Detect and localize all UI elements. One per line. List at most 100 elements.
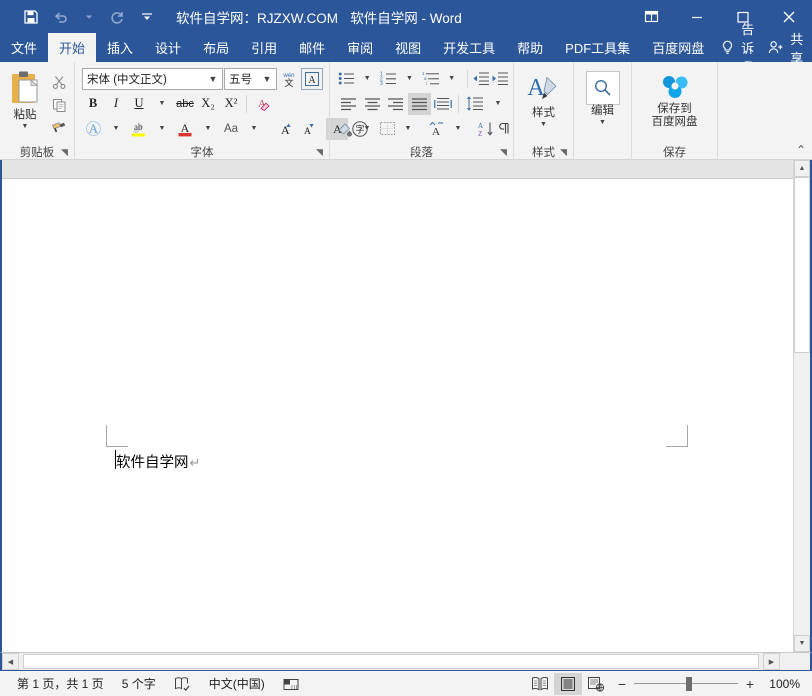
word-count[interactable]: 5 个字 bbox=[113, 673, 165, 695]
tab-home[interactable]: 开始 bbox=[48, 33, 96, 62]
zoom-in-button[interactable]: + bbox=[744, 676, 756, 692]
scroll-down-arrow-icon[interactable]: ▼ bbox=[794, 635, 810, 652]
align-justify-icon[interactable] bbox=[408, 93, 431, 115]
multilevel-dropdown-icon[interactable]: ▼ bbox=[441, 68, 463, 90]
document-text[interactable]: 软件自学网 ↵ bbox=[116, 451, 200, 472]
customize-qat-icon[interactable] bbox=[132, 4, 162, 30]
asian-layout-dropdown-icon[interactable]: ▼ bbox=[447, 118, 469, 140]
ribbon-options-icon[interactable] bbox=[628, 0, 674, 33]
editing-button[interactable]: 编辑 ▼ bbox=[578, 67, 627, 126]
scroll-up-arrow-icon[interactable]: ▲ bbox=[794, 160, 810, 177]
align-left-icon[interactable] bbox=[337, 93, 360, 115]
font-color-icon[interactable]: A bbox=[174, 118, 196, 140]
styles-dropdown-icon[interactable]: ▼ bbox=[540, 121, 547, 128]
tab-pdf-tools[interactable]: PDF工具集 bbox=[554, 33, 641, 62]
paste-dropdown-icon[interactable]: ▼ bbox=[22, 123, 29, 130]
character-border-icon[interactable]: A bbox=[301, 68, 323, 90]
scroll-right-arrow-icon[interactable]: ▶ bbox=[763, 653, 780, 670]
strikethrough-button[interactable]: abc bbox=[174, 93, 196, 115]
tab-baidu-netdisk[interactable]: 百度网盘 bbox=[641, 33, 715, 62]
shading-dropdown-icon[interactable]: ▼ bbox=[356, 118, 378, 140]
chevron-down-icon[interactable]: ▼ bbox=[260, 74, 274, 84]
shrink-font-icon[interactable]: A bbox=[296, 118, 318, 140]
tab-references[interactable]: 引用 bbox=[240, 33, 288, 62]
font-size-combo[interactable]: 五号 ▼ bbox=[224, 68, 277, 90]
bullets-dropdown-icon[interactable]: ▼ bbox=[356, 68, 378, 90]
tab-insert[interactable]: 插入 bbox=[96, 33, 144, 62]
decrease-indent-icon[interactable] bbox=[472, 68, 490, 90]
change-case-button[interactable]: Aa bbox=[220, 118, 242, 140]
macro-record-icon[interactable] bbox=[274, 673, 308, 695]
line-spacing-dropdown-icon[interactable]: ▼ bbox=[487, 93, 509, 115]
line-spacing-icon[interactable] bbox=[463, 93, 486, 115]
shading-icon[interactable] bbox=[337, 118, 355, 140]
redo-icon[interactable] bbox=[102, 4, 132, 30]
increase-indent-icon[interactable] bbox=[491, 68, 509, 90]
multilevel-list-icon[interactable]: 1ai bbox=[421, 68, 439, 90]
document-page[interactable]: 软件自学网 ↵ bbox=[2, 179, 793, 652]
borders-dropdown-icon[interactable]: ▼ bbox=[397, 118, 419, 140]
vertical-scroll-track[interactable] bbox=[794, 177, 810, 635]
tell-me-button[interactable]: 告诉我 bbox=[715, 33, 764, 62]
styles-button[interactable]: A 样式 ▼ bbox=[518, 67, 569, 128]
language-indicator[interactable]: 中文(中国) bbox=[200, 673, 274, 695]
tab-view[interactable]: 视图 bbox=[384, 33, 432, 62]
superscript-button[interactable]: X² bbox=[220, 93, 242, 115]
tab-mailings[interactable]: 邮件 bbox=[288, 33, 336, 62]
editing-dropdown-icon[interactable]: ▼ bbox=[599, 119, 606, 126]
underline-dropdown-icon[interactable]: ▼ bbox=[151, 93, 173, 115]
zoom-level[interactable]: 100% bbox=[764, 677, 804, 691]
tab-developer[interactable]: 开发工具 bbox=[432, 33, 506, 62]
paste-button[interactable]: 粘贴 ▼ bbox=[4, 67, 46, 130]
copy-button[interactable] bbox=[48, 95, 70, 116]
tab-help[interactable]: 帮助 bbox=[506, 33, 554, 62]
print-layout-icon[interactable] bbox=[554, 673, 582, 695]
align-center-icon[interactable] bbox=[361, 93, 384, 115]
undo-icon[interactable] bbox=[46, 4, 76, 30]
horizontal-scrollbar[interactable]: ◀ ▶ bbox=[0, 652, 812, 670]
font-color-dropdown-icon[interactable]: ▼ bbox=[197, 118, 219, 140]
distributed-align-icon[interactable] bbox=[432, 93, 455, 115]
vertical-scroll-thumb[interactable] bbox=[794, 177, 810, 353]
font-name-combo[interactable]: 宋体 (中文正文) ▼ bbox=[82, 68, 223, 90]
zoom-slider[interactable] bbox=[634, 677, 738, 691]
clear-formatting-icon[interactable]: A bbox=[251, 93, 273, 115]
highlight-dropdown-icon[interactable]: ▼ bbox=[151, 118, 173, 140]
close-icon[interactable] bbox=[766, 0, 812, 33]
styles-dialog-launcher[interactable]: ◥ bbox=[558, 147, 569, 158]
chevron-down-icon[interactable]: ▼ bbox=[206, 74, 220, 84]
horizontal-scroll-thumb[interactable] bbox=[23, 654, 759, 669]
zoom-out-button[interactable]: − bbox=[616, 676, 628, 692]
text-effects-icon[interactable]: A bbox=[82, 118, 104, 140]
change-case-dropdown-icon[interactable]: ▼ bbox=[243, 118, 265, 140]
minimize-icon[interactable] bbox=[674, 0, 720, 33]
tab-review[interactable]: 审阅 bbox=[336, 33, 384, 62]
grow-font-icon[interactable]: A bbox=[273, 118, 295, 140]
align-right-icon[interactable] bbox=[384, 93, 407, 115]
sort-icon[interactable]: AZ bbox=[477, 118, 495, 140]
horizontal-scroll-track[interactable] bbox=[19, 653, 763, 670]
bold-button[interactable]: B bbox=[82, 93, 104, 115]
numbering-dropdown-icon[interactable]: ▼ bbox=[398, 68, 420, 90]
share-button[interactable]: 共享 bbox=[764, 33, 812, 62]
show-paragraph-marks-icon[interactable] bbox=[496, 118, 513, 140]
web-layout-icon[interactable] bbox=[582, 673, 610, 695]
page-info[interactable]: 第 1 页，共 1 页 bbox=[8, 673, 113, 695]
read-mode-icon[interactable] bbox=[526, 673, 554, 695]
text-highlight-icon[interactable]: ab bbox=[128, 118, 150, 140]
scroll-left-arrow-icon[interactable]: ◀ bbox=[2, 653, 19, 670]
borders-icon[interactable] bbox=[379, 118, 396, 140]
tab-design[interactable]: 设计 bbox=[144, 33, 192, 62]
tab-file[interactable]: 文件 bbox=[0, 33, 48, 62]
format-painter-button[interactable] bbox=[48, 118, 70, 139]
paragraph-dialog-launcher[interactable]: ◥ bbox=[498, 147, 509, 158]
collapse-ribbon-icon[interactable]: ⌃ bbox=[796, 143, 806, 157]
underline-button[interactable]: U bbox=[128, 93, 150, 115]
asian-layout-icon[interactable]: A bbox=[427, 118, 446, 140]
numbered-list-icon[interactable]: 123 bbox=[379, 68, 397, 90]
bullet-list-icon[interactable] bbox=[337, 68, 355, 90]
save-icon[interactable] bbox=[16, 4, 46, 30]
undo-dropdown-icon[interactable] bbox=[76, 4, 102, 30]
font-dialog-launcher[interactable]: ◥ bbox=[314, 147, 325, 158]
tab-layout[interactable]: 布局 bbox=[192, 33, 240, 62]
